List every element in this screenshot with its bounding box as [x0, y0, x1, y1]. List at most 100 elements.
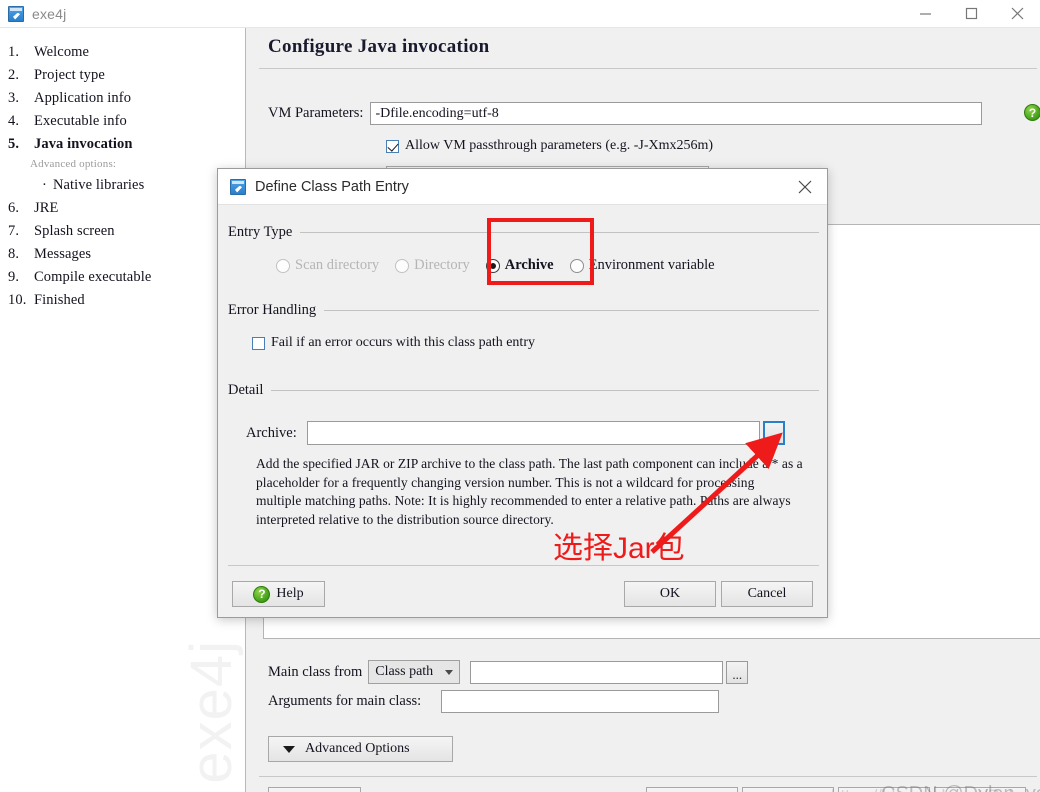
entry-type-options: Scan directory Directory Archive Environ… — [276, 257, 819, 274]
group-divider — [324, 310, 819, 311]
sidebar-item-executable-info[interactable]: 4. Executable info — [0, 109, 245, 132]
arguments-label: Arguments for main class: — [268, 693, 422, 709]
vm-parameters-help-button[interactable]: ? — [1024, 104, 1040, 121]
vm-parameters-label: VM Parameters: — [268, 105, 364, 121]
step-number: 1. — [8, 43, 20, 60]
radio-archive[interactable] — [485, 258, 500, 273]
bullet-icon: · — [42, 176, 47, 193]
sidebar-item-application-info[interactable]: 3. Application info — [0, 86, 245, 109]
step-label: Java invocation — [34, 135, 133, 152]
step-label: Project type — [34, 66, 105, 83]
main-class-input[interactable] — [470, 660, 724, 684]
radio-label-archive: Archive — [504, 257, 554, 273]
window-controls — [902, 0, 1040, 28]
step-label: Application info — [34, 89, 132, 106]
sidebar-item-splash-screen[interactable]: 7. Splash screen — [0, 219, 245, 242]
passthrough-checkbox[interactable] — [386, 139, 399, 153]
step-label: Splash screen — [34, 222, 115, 239]
detail-group: Detail Archive: ... Add the specified JA… — [228, 382, 819, 529]
step-number: 9. — [8, 268, 20, 285]
dialog-cancel-button[interactable]: Cancel — [721, 581, 813, 607]
step-number: 5. — [8, 135, 20, 152]
vm-parameters-input[interactable]: -Dfile.encoding=utf-8 — [370, 102, 983, 125]
dialog-ok-button[interactable]: OK — [624, 581, 716, 607]
step-number: 10. — [8, 291, 27, 308]
step-label: Native libraries — [52, 176, 145, 193]
sidebar-item-compile-executable[interactable]: 9. Compile executable — [0, 265, 245, 288]
wizard-nav-buttons: Back Next Finish Cancel — [642, 787, 1026, 792]
passthrough-checkbox-row[interactable]: Allow VM passthrough parameters (e.g. -J… — [386, 138, 713, 154]
radio-label-directory: Directory — [414, 257, 470, 273]
entry-type-legend: Entry Type — [228, 224, 293, 240]
exe4j-application-window: exe4j 1. Welcome 2. Project type 3. Appl… — [0, 0, 1040, 792]
finish-button[interactable]: Finish — [838, 787, 930, 792]
step-number: 8. — [8, 245, 20, 262]
sidebar-item-project-type[interactable]: 2. Project type — [0, 63, 245, 86]
cancel-button[interactable]: Cancel — [934, 787, 1026, 792]
fail-on-error-checkbox[interactable] — [252, 336, 265, 350]
arguments-row: Arguments for main class: — [268, 690, 720, 713]
error-handling-group: Error Handling Fail if an error occurs w… — [228, 302, 819, 351]
sidebar-item-messages[interactable]: 8. Messages — [0, 242, 245, 265]
archive-row: Archive: ... — [246, 421, 819, 445]
step-number: 6. — [8, 199, 20, 216]
back-button[interactable]: Back — [646, 787, 738, 792]
sidebar-item-finished[interactable]: 10. Finished — [0, 288, 245, 311]
arguments-input[interactable] — [441, 690, 720, 713]
advanced-options-label: Advanced options: — [30, 158, 117, 170]
window-title: exe4j — [32, 5, 67, 22]
radio-label-environment-variable: Environment variable — [588, 257, 715, 273]
dialog-close-icon[interactable] — [783, 169, 827, 205]
next-button[interactable]: Next — [742, 787, 834, 792]
main-class-row: Main class from Class path ... — [268, 660, 749, 684]
dialog-footer-divider — [228, 565, 819, 566]
detail-legend: Detail — [228, 382, 264, 398]
window-titlebar: exe4j — [0, 0, 1040, 28]
sidebar-item-jre[interactable]: 6. JRE — [0, 196, 245, 219]
chevron-down-icon — [445, 669, 454, 675]
step-number: 2. — [8, 66, 20, 83]
minimize-icon[interactable] — [902, 0, 948, 28]
sidebar-item-welcome[interactable]: 1. Welcome — [0, 40, 245, 63]
entry-type-legend-row: Entry Type — [228, 224, 819, 241]
step-label: Welcome — [34, 43, 90, 60]
define-class-path-entry-dialog: Define Class Path Entry Entry Type Scan … — [217, 168, 828, 618]
passthrough-label: Allow VM passthrough parameters (e.g. -J… — [405, 138, 714, 153]
main-class-browse-button[interactable]: ... — [726, 660, 749, 684]
archive-description: Add the specified JAR or ZIP archive to … — [256, 456, 803, 527]
archive-browse-button[interactable]: ... — [762, 421, 785, 445]
maximize-icon[interactable] — [948, 0, 994, 28]
radio-directory[interactable] — [395, 258, 410, 273]
dialog-help-label: Help — [276, 586, 304, 601]
step-number: 3. — [8, 89, 20, 106]
step-number: 7. — [8, 222, 20, 239]
main-class-from-value: Class path — [375, 664, 434, 679]
advanced-options-button[interactable]: Advanced Options — [268, 736, 453, 762]
advanced-options-label: Advanced Options — [305, 741, 410, 756]
archive-input[interactable] — [306, 421, 760, 445]
sidebar-item-native-libraries[interactable]: · Native libraries — [0, 173, 245, 196]
vm-parameters-row: VM Parameters: -Dfile.encoding=utf-8 — [268, 102, 983, 125]
help-icon: ? — [253, 585, 271, 603]
wizard-step-list: 1. Welcome 2. Project type 3. Applicatio… — [0, 28, 245, 792]
exe4j-app-icon — [8, 5, 24, 22]
close-icon[interactable] — [994, 0, 1040, 28]
radio-scan-directory[interactable] — [276, 258, 290, 273]
footer-divider — [259, 776, 1037, 777]
help-button[interactable]: ? Help — [268, 787, 361, 792]
step-label: Executable info — [34, 112, 127, 129]
dialog-help-button[interactable]: ? Help — [232, 581, 325, 607]
fail-on-error-checkbox-row[interactable]: Fail if an error occurs with this class … — [252, 335, 819, 351]
step-label: Compile executable — [34, 268, 152, 285]
main-class-from-select[interactable]: Class path — [368, 660, 461, 684]
group-divider — [300, 232, 819, 233]
exe4j-app-icon — [230, 178, 246, 195]
radio-label-scan-directory: Scan directory — [295, 257, 380, 273]
wizard-footer: ? Help Back Next Finish Cancel — [255, 780, 1040, 792]
radio-environment-variable[interactable] — [569, 258, 584, 273]
help-icon: ? — [1024, 104, 1040, 121]
dialog-title: Define Class Path Entry — [255, 178, 409, 195]
fail-on-error-label: Fail if an error occurs with this class … — [271, 335, 535, 350]
error-handling-legend: Error Handling — [228, 302, 317, 318]
sidebar-item-java-invocation[interactable]: 5. Java invocation — [0, 132, 245, 155]
